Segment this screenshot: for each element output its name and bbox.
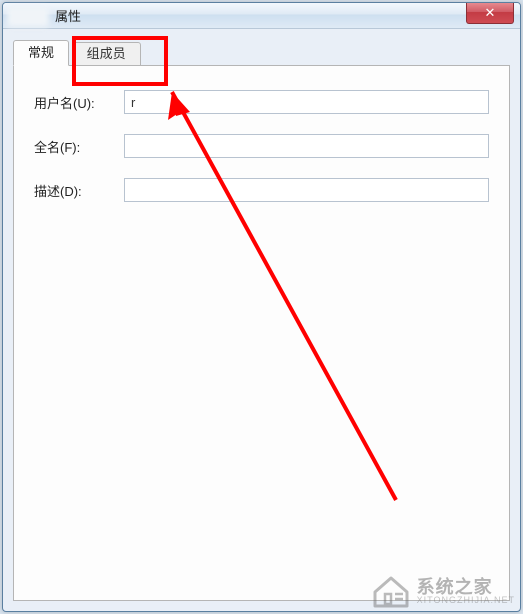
dialog-window: 属性 ✕ 常规 组成员 用户名(U): 全名(F): 描述(D): [2, 2, 521, 612]
tab-members[interactable]: 组成员 [72, 42, 141, 66]
input-fullname[interactable] [124, 134, 489, 158]
row-fullname: 全名(F): [34, 134, 489, 158]
tab-general[interactable]: 常规 [13, 40, 69, 66]
row-username: 用户名(U): [34, 90, 489, 114]
label-description: 描述(D): [34, 181, 124, 200]
row-description: 描述(D): [34, 178, 489, 202]
input-description[interactable] [124, 178, 489, 202]
tabstrip: 常规 组成员 [13, 39, 510, 65]
titlebar[interactable]: 属性 ✕ [3, 3, 520, 29]
tab-page-general: 用户名(U): 全名(F): 描述(D): [13, 65, 510, 601]
label-fullname: 全名(F): [34, 137, 124, 156]
close-button[interactable]: ✕ [466, 3, 514, 24]
input-username[interactable] [124, 90, 489, 114]
close-icon: ✕ [485, 5, 496, 21]
client-area: 常规 组成员 用户名(U): 全名(F): 描述(D): [3, 29, 520, 611]
title-obscured [7, 7, 49, 27]
label-username: 用户名(U): [34, 93, 124, 112]
